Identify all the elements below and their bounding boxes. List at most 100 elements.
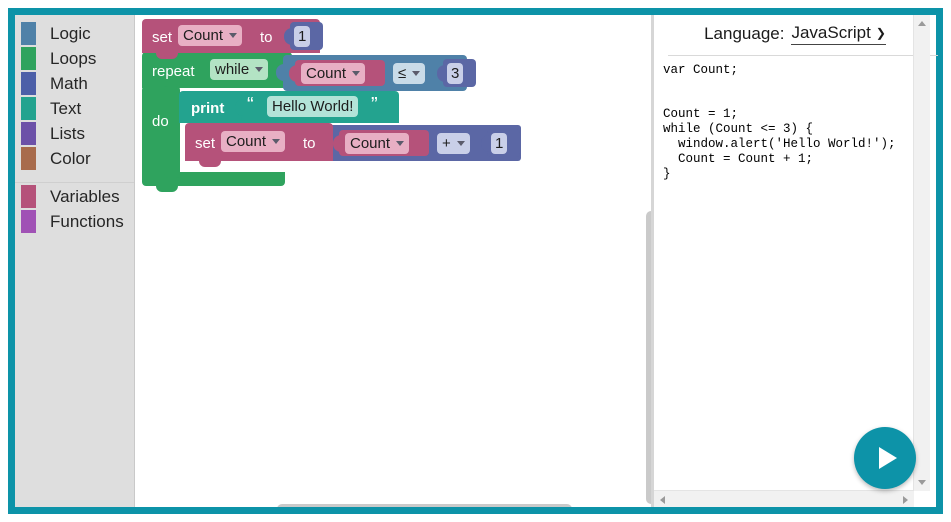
scroll-up-arrow-icon[interactable] (918, 21, 926, 26)
scroll-down-arrow-icon[interactable] (918, 480, 926, 485)
math-operator-dropdown[interactable]: + (437, 133, 470, 154)
scroll-left-arrow-icon[interactable] (660, 496, 665, 504)
category-color-swatch (21, 122, 36, 145)
number-block-plug (481, 135, 489, 152)
generated-code: var Count; Count = 1; while (Count <= 3)… (663, 63, 896, 181)
variable-getter-plug (289, 65, 297, 82)
toolbox-category-functions[interactable]: Functions (15, 209, 134, 234)
toolbox-category-math[interactable]: Math (15, 71, 134, 96)
toolbox-category-label: Math (50, 74, 88, 93)
app-window: Logic Loops Math Text Lists Color Variab… (8, 8, 943, 514)
run-button[interactable] (854, 427, 916, 489)
text-value: Hello World! (272, 98, 354, 115)
category-color-swatch (21, 22, 36, 45)
chevron-down-icon (352, 71, 361, 76)
toolbox-category-lists[interactable]: Lists (15, 121, 134, 146)
code-horizontal-scrollbar[interactable] (654, 490, 914, 507)
scroll-right-arrow-icon[interactable] (903, 496, 908, 504)
set-block-bottom-notch (156, 53, 178, 59)
repeat-mode-value: while (215, 61, 250, 78)
toolbox-category-label: Color (50, 149, 91, 168)
toolbox-category-label: Lists (50, 124, 85, 143)
language-select[interactable]: JavaScript ❯ (791, 23, 886, 45)
variable-name-dropdown[interactable]: Count (345, 133, 410, 154)
workspace-horizontal-scrollbar[interactable] (277, 504, 572, 507)
repeat-block-do-area (164, 86, 180, 178)
variable-name-dropdown[interactable]: Count (301, 63, 366, 84)
chevron-down-icon (272, 139, 281, 144)
category-color-swatch (21, 47, 36, 70)
chevron-down-icon (396, 141, 405, 146)
block-variable-getter-count[interactable]: Count (289, 60, 385, 86)
block-math-add[interactable]: Count + 1 (319, 125, 521, 161)
toolbox-category-logic[interactable]: Logic (15, 21, 134, 46)
number-block-plug (284, 28, 292, 45)
language-bar: Language: JavaScript ❯ (654, 15, 936, 53)
number-value: 1 (298, 28, 307, 45)
language-bar-rule (668, 55, 938, 56)
number-value-field[interactable]: 1 (491, 133, 508, 154)
toolbox-category-text[interactable]: Text (15, 96, 134, 121)
block-set-count-increment[interactable]: set Count to (185, 123, 333, 167)
language-select-value: JavaScript (791, 23, 871, 42)
set-keyword-label: set (152, 29, 173, 46)
block-number-1-increment[interactable]: 1 (481, 129, 520, 157)
toolbox-category-label: Loops (50, 49, 97, 68)
number-value-field[interactable]: 3 (447, 63, 464, 84)
play-icon (879, 447, 897, 469)
set-to-label: to (303, 135, 316, 152)
repeat-keyword-label: repeat (152, 63, 195, 80)
category-color-swatch (21, 210, 36, 233)
category-color-swatch (21, 97, 36, 120)
quote-close-icon: ” (371, 94, 378, 116)
block-number-1-initial[interactable]: 1 (284, 22, 323, 50)
language-label: Language: (704, 24, 785, 43)
repeat-mode-dropdown[interactable]: while (210, 59, 269, 80)
toolbox-category-color[interactable]: Color (15, 146, 134, 171)
set-variable-value: Count (183, 27, 224, 44)
comparison-operator-value: ≤ (398, 65, 407, 82)
blockly-workspace[interactable]: repeat while do Count ≤ 3 set Count to 1… (135, 15, 938, 507)
number-block-plug (437, 65, 445, 82)
category-color-swatch (21, 72, 36, 95)
chevron-down-icon (456, 141, 465, 146)
set-variable-dropdown[interactable]: Count (221, 131, 286, 152)
toolbox-category-label: Variables (50, 187, 120, 206)
comparison-operator-dropdown[interactable]: ≤ (393, 63, 426, 84)
block-text-string[interactable]: “ Hello World! ” (235, 93, 393, 121)
set-block-bottom-notch (199, 161, 221, 167)
number-value: 1 (495, 135, 504, 152)
number-value: 3 (451, 65, 460, 82)
block-variable-getter-count-add[interactable]: Count (333, 130, 429, 156)
set-to-label: to (260, 29, 273, 46)
block-set-count-initial[interactable]: set Count to 1 (142, 19, 323, 59)
number-value-field[interactable]: 1 (294, 26, 311, 47)
chevron-down-icon (255, 67, 264, 72)
quote-open-icon: “ (247, 94, 254, 116)
workspace-canvas[interactable]: repeat while do Count ≤ 3 set Count to 1… (135, 15, 651, 507)
set-variable-value: Count (226, 133, 267, 150)
variable-getter-plug (333, 135, 341, 152)
text-block-plug (235, 99, 243, 116)
toolbox-category-loops[interactable]: Loops (15, 46, 134, 71)
chevron-down-icon: ❯ (875, 26, 886, 40)
variable-name-value: Count (306, 65, 347, 82)
set-variable-dropdown[interactable]: Count (178, 25, 243, 46)
variable-name-value: Count (350, 135, 391, 152)
block-comparison[interactable]: Count ≤ 3 (276, 55, 476, 91)
block-print[interactable]: print “ Hello World! ” (179, 91, 399, 129)
chevron-down-icon (412, 71, 421, 76)
repeat-block-bottom-notch (156, 186, 178, 192)
code-vertical-scrollbar[interactable] (913, 15, 930, 491)
toolbox-sidebar: Logic Loops Math Text Lists Color Variab… (15, 15, 135, 507)
chevron-down-icon (229, 33, 238, 38)
comparison-output-plug (276, 64, 284, 81)
print-keyword-label: print (191, 100, 225, 117)
text-value-field[interactable]: Hello World! (267, 96, 359, 117)
math-operator-value: + (442, 135, 451, 152)
block-number-3[interactable]: 3 (437, 59, 476, 87)
toolbox-category-label: Logic (50, 24, 91, 43)
toolbox-category-variables[interactable]: Variables (15, 184, 134, 209)
category-color-swatch (21, 147, 36, 170)
repeat-do-label: do (152, 113, 169, 130)
